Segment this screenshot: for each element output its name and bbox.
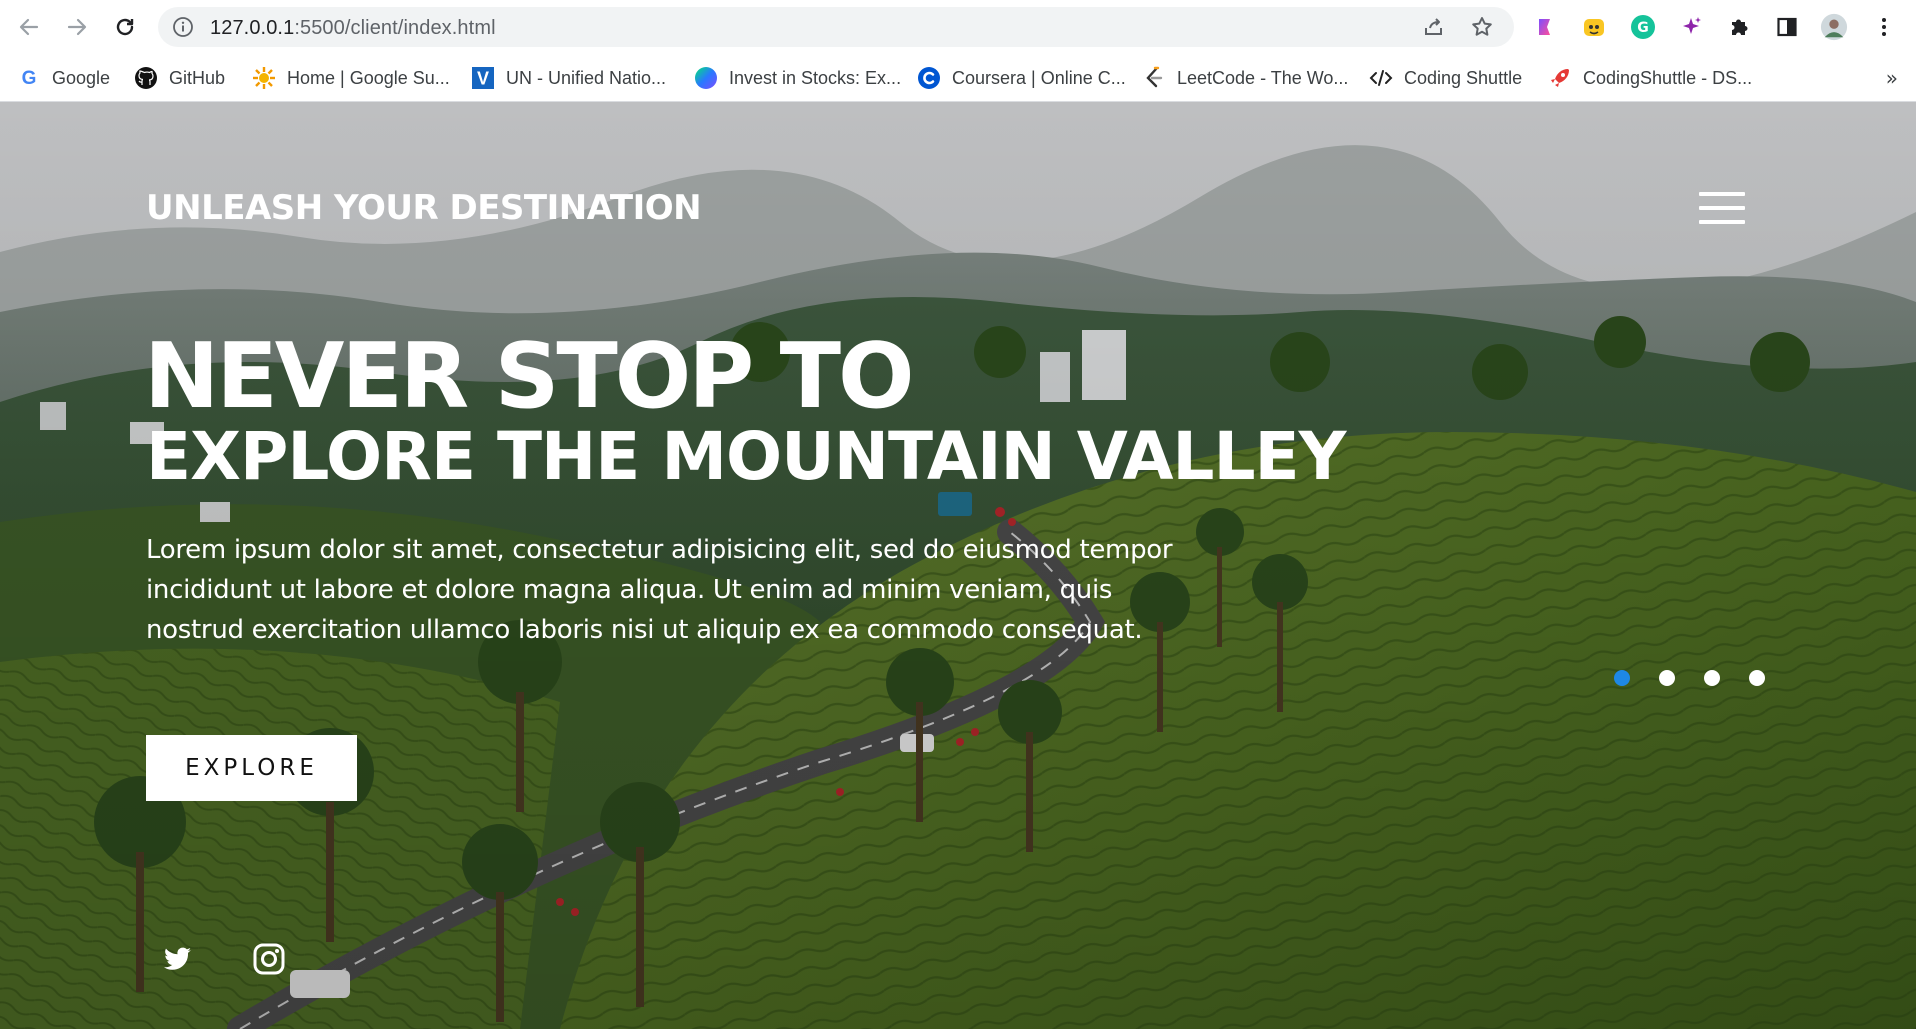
github-icon (134, 66, 158, 90)
bookmark-label: UN - Unified Natio... (506, 67, 667, 88)
forward-button[interactable] (62, 12, 92, 42)
page-viewport: UNLEASH YOUR DESTINATION NEVER STOP TO E… (0, 102, 1916, 1029)
grammarly-icon[interactable]: G (1629, 13, 1657, 41)
bookmark-label: Coursera | Online C... (952, 67, 1126, 88)
extension-emoji-icon[interactable] (1580, 13, 1608, 41)
bookmark-google[interactable]: G Google (17, 65, 110, 91)
back-button[interactable] (14, 12, 44, 42)
bookmark-label: Coding Shuttle (1404, 67, 1523, 88)
bookmark-codingshuttle-ds[interactable]: CodingShuttle - DS... (1548, 65, 1752, 91)
reload-icon (116, 18, 134, 36)
url-path: :5500/client/index.html (294, 17, 496, 39)
coursera-icon (917, 66, 941, 90)
sun-icon (252, 66, 276, 90)
explore-button[interactable]: EXPLORE (146, 735, 357, 801)
arrow-left-icon (19, 18, 39, 36)
extension-gradient-icon[interactable] (1532, 13, 1560, 41)
bookmark-github[interactable]: GitHub (134, 65, 225, 91)
orb-icon (694, 66, 718, 90)
hero-subheadline: EXPLORE THE MOUNTAIN VALLEY (146, 418, 1346, 495)
bookmark-label: LeetCode - The Wo... (1177, 67, 1349, 88)
slider-dot[interactable] (1749, 670, 1765, 686)
bookmark-label: CodingShuttle - DS... (1583, 67, 1753, 88)
google-icon: G (17, 66, 41, 90)
bookmark-label: Home | Google Su... (287, 67, 450, 88)
leetcode-icon (1142, 66, 1166, 90)
side-panel-icon[interactable] (1773, 13, 1801, 41)
profile-avatar[interactable] (1820, 13, 1848, 41)
bookmark-invest[interactable]: Invest in Stocks: Ex... (694, 65, 901, 91)
bookmark-star-icon[interactable] (1470, 15, 1494, 39)
menu-kebab-icon[interactable] (1870, 13, 1898, 41)
slider-dot[interactable] (1704, 670, 1720, 686)
reload-button[interactable] (110, 12, 140, 42)
extensions-puzzle-icon[interactable] (1725, 13, 1753, 41)
hero-description: Lorem ipsum dolor sit amet, consectetur … (146, 535, 1173, 645)
hero-headline: NEVER STOP TO (144, 324, 914, 429)
bookmark-label: GitHub (169, 67, 226, 88)
hero-section: UNLEASH YOUR DESTINATION NEVER STOP TO E… (0, 102, 1916, 1029)
code-brackets-icon (1369, 66, 1393, 90)
v-letter-icon: V (471, 66, 495, 90)
bookmark-leetcode[interactable]: LeetCode - The Wo... (1142, 65, 1348, 91)
twitter-icon[interactable] (160, 942, 194, 976)
share-icon[interactable] (1422, 15, 1446, 39)
arrow-right-icon (67, 18, 87, 36)
info-icon[interactable] (172, 16, 194, 38)
slider-dot[interactable] (1659, 670, 1675, 686)
bookmark-label: Google (52, 67, 111, 88)
instagram-icon[interactable] (252, 942, 286, 976)
bookmark-coursera[interactable]: Coursera | Online C... (917, 65, 1126, 91)
url-host: 127.0.0.1 (210, 17, 295, 39)
rocket-icon (1548, 66, 1572, 90)
site-brand[interactable]: UNLEASH YOUR DESTINATION (146, 188, 702, 228)
bookmarks-overflow-button[interactable]: » (1886, 66, 1898, 90)
svg-text:G: G (1637, 20, 1649, 36)
hamburger-menu-icon[interactable] (1699, 192, 1745, 226)
slider-dot[interactable] (1614, 670, 1630, 686)
bookmark-coding-shuttle[interactable]: Coding Shuttle (1369, 65, 1522, 91)
bookmark-google-sites[interactable]: Home | Google Su... (252, 65, 450, 91)
url-text[interactable]: 127.0.0.1:5500/client/index.html (210, 17, 496, 40)
svg-text:G: G (22, 68, 37, 89)
sparkle-icon[interactable] (1677, 13, 1705, 41)
bookmark-label: Invest in Stocks: Ex... (729, 67, 902, 88)
bookmark-un[interactable]: V UN - Unified Natio... (471, 65, 666, 91)
browser-toolbar: 127.0.0.1:5500/client/index.html G (0, 0, 1916, 54)
bookmarks-bar: G Google GitHub Home | Google Su... V UN… (0, 54, 1916, 102)
address-bar[interactable]: 127.0.0.1:5500/client/index.html (158, 7, 1514, 47)
svg-text:V: V (477, 69, 489, 89)
